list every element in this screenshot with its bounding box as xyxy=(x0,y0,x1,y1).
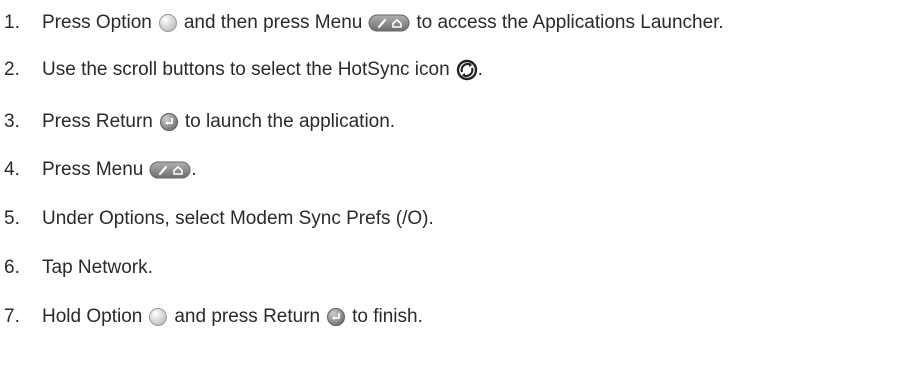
step-text: to finish. xyxy=(352,306,423,327)
step-text: . xyxy=(477,59,483,80)
step-text: Under Options, select Modem Sync Prefs (… xyxy=(42,208,434,229)
step-4: 4. Press Menu . xyxy=(4,154,197,186)
option-key-icon xyxy=(148,307,168,327)
step-6: 6. Tap Network. xyxy=(4,252,153,284)
return-key-icon xyxy=(159,112,179,132)
step-3: 3. Press Return to launch the applicatio… xyxy=(4,106,395,138)
step-text: and then press Menu xyxy=(183,12,363,33)
step-2: 2. Use the scroll buttons to select the … xyxy=(4,54,483,86)
step-text: Press Return xyxy=(42,111,153,132)
return-key-icon xyxy=(326,307,346,327)
step-number: 5. xyxy=(4,208,20,229)
step-text: Press Menu xyxy=(42,159,144,180)
step-number: 3. xyxy=(4,111,20,132)
step-1: 1. Press Option and then press Menu to a… xyxy=(4,7,724,39)
menu-key-icon xyxy=(368,13,410,33)
step-text: and press Return xyxy=(174,306,321,327)
step-number: 6. xyxy=(4,257,20,278)
step-text: Hold Option xyxy=(42,306,143,327)
step-number: 2. xyxy=(4,59,20,80)
step-number: 7. xyxy=(4,306,20,327)
step-text: Tap Network. xyxy=(42,257,153,278)
step-7: 7. Hold Option and press Return to finis… xyxy=(4,301,423,333)
step-text: to launch the application. xyxy=(184,111,396,132)
step-number: 1. xyxy=(4,12,20,33)
menu-key-icon xyxy=(149,160,191,180)
step-text: to access the Applications Launcher. xyxy=(416,12,724,33)
step-5: 5. Under Options, select Modem Sync Pref… xyxy=(4,203,434,235)
step-text: Use the scroll buttons to select the Hot… xyxy=(42,59,450,80)
option-key-icon xyxy=(158,13,178,33)
step-text: . xyxy=(191,159,197,180)
hotsync-icon xyxy=(456,59,478,81)
step-number: 4. xyxy=(4,159,20,180)
step-text: Press Option xyxy=(42,12,152,33)
